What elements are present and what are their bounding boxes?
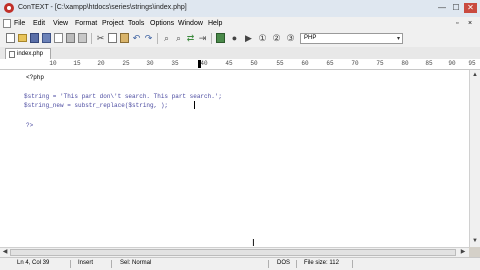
ruler-column-marker: [198, 60, 201, 68]
code-line: <?php: [26, 74, 45, 81]
document-menu-icon[interactable]: [3, 19, 11, 28]
ruler-tick-label: 10: [49, 60, 57, 67]
mdi-close-button[interactable]: ×: [468, 20, 472, 27]
replace-icon[interactable]: ⇄: [186, 33, 195, 43]
open-folder-icon[interactable]: [18, 34, 27, 42]
copy-icon[interactable]: [108, 33, 117, 43]
toolbar: ✂ ↶ ↷ ⌕ ⌕ ⇄ ⇥ ● ▶ ① ② ③: [0, 30, 480, 48]
new-file-icon[interactable]: [6, 33, 15, 43]
toolbar-separator: [91, 33, 92, 44]
menu-bar: File Edit View Format Project Tools Opti…: [0, 17, 480, 30]
ruler-tick-label: 75: [376, 60, 384, 67]
syntax-highlighter-value: PHP: [304, 35, 317, 41]
status-separator: [296, 260, 297, 268]
status-separator: [111, 260, 112, 268]
file-tab-strip: index.php: [0, 47, 480, 59]
status-bar: Ln 4, Col 39 Insert Sel: Normal DOS File…: [0, 257, 480, 270]
redo-icon[interactable]: ↷: [144, 33, 153, 43]
status-format: DOS: [277, 260, 291, 266]
code-line: ?>: [26, 122, 34, 129]
ruler-tick-label: 25: [122, 60, 130, 67]
ruler-tick-label: 55: [276, 60, 284, 67]
title-bar: ConTEXT - [C:\xampp\htdocs\series\string…: [0, 0, 480, 17]
code-line: $string_new = substr_replace($string, );: [24, 102, 169, 109]
status-separator: [70, 260, 71, 268]
print-preview-icon[interactable]: [78, 33, 87, 43]
menu-file[interactable]: File: [14, 20, 25, 27]
user-command-3-icon[interactable]: ③: [286, 33, 295, 43]
ruler-tick-label: 90: [448, 60, 456, 67]
app-logo-icon: [4, 3, 14, 13]
ruler-tick-label: 20: [97, 60, 105, 67]
maximize-button[interactable]: ☐: [450, 3, 462, 13]
ruler-tick-label: 65: [326, 60, 334, 67]
close-file-icon[interactable]: [54, 33, 63, 43]
goto-line-icon[interactable]: ⇥: [198, 33, 207, 43]
menu-help[interactable]: Help: [208, 20, 222, 27]
status-mode: Insert: [78, 260, 94, 266]
print-icon[interactable]: [66, 33, 75, 43]
ruler-tick-label: 15: [73, 60, 81, 67]
horizontal-scroll-thumb[interactable]: [10, 249, 456, 256]
window-title: ConTEXT - [C:\xampp\htdocs\series\string…: [18, 4, 187, 11]
menu-view[interactable]: View: [53, 20, 68, 27]
undo-icon[interactable]: ↶: [132, 33, 141, 43]
save-icon[interactable]: [30, 33, 39, 43]
mdi-restore-button[interactable]: ▫: [456, 20, 458, 27]
save-all-icon[interactable]: [42, 33, 51, 43]
chevron-down-icon: ▾: [396, 36, 400, 42]
ruler-tick-label: 85: [425, 60, 433, 67]
macro-play-icon[interactable]: ▶: [244, 33, 253, 43]
status-separator: [352, 260, 353, 268]
menu-options[interactable]: Options: [150, 20, 174, 27]
toggle-bookmark-icon[interactable]: [216, 33, 225, 43]
cut-icon[interactable]: ✂: [96, 33, 105, 43]
find-icon[interactable]: ⌕: [162, 33, 171, 43]
status-selection: Sel: Normal: [120, 260, 152, 266]
vertical-scrollbar[interactable]: ▲ ▼: [469, 70, 480, 247]
toolbar-separator: [211, 33, 212, 44]
code-line: $string = 'This part don\'t search. This…: [24, 93, 223, 100]
paste-icon[interactable]: [120, 33, 129, 43]
ruler-tick-label: 95: [468, 60, 476, 67]
ibeam-cursor-icon: I: [252, 238, 255, 249]
ruler-tick-label: 30: [146, 60, 154, 67]
ruler-tick-label: 60: [301, 60, 309, 67]
macro-record-icon[interactable]: ●: [230, 33, 239, 43]
ruler-tick-label: 45: [225, 60, 233, 67]
file-icon: [9, 51, 15, 58]
scroll-up-icon[interactable]: ▲: [471, 71, 479, 79]
column-ruler: 10 15 20 25 30 35 40 45 50 55 60 65 70 7…: [0, 59, 480, 70]
code-editor[interactable]: <?php $string = 'This part don\'t search…: [0, 70, 469, 247]
menu-project[interactable]: Project: [102, 20, 124, 27]
status-separator: [268, 260, 269, 268]
user-command-2-icon[interactable]: ②: [272, 33, 281, 43]
menu-edit[interactable]: Edit: [33, 20, 45, 27]
minimize-button[interactable]: —: [436, 3, 448, 13]
user-command-1-icon[interactable]: ①: [258, 33, 267, 43]
ruler-tick-label: 35: [171, 60, 179, 67]
scroll-right-icon[interactable]: ▶: [459, 248, 467, 256]
find-next-icon[interactable]: ⌕: [174, 33, 183, 43]
tab-index-php[interactable]: index.php: [5, 48, 51, 59]
scroll-left-icon[interactable]: ◀: [1, 248, 9, 256]
menu-window[interactable]: Window: [178, 20, 203, 27]
tab-label: index.php: [17, 51, 44, 57]
ruler-tick-label: 70: [351, 60, 359, 67]
toolbar-separator: [157, 33, 158, 44]
ruler-tick-label: 80: [401, 60, 409, 67]
ruler-tick-label: 50: [250, 60, 258, 67]
close-button[interactable]: ✕: [464, 3, 477, 13]
menu-tools[interactable]: Tools: [128, 20, 144, 27]
scroll-down-icon[interactable]: ▼: [471, 237, 479, 245]
status-position: Ln 4, Col 39: [17, 260, 50, 266]
text-cursor: [194, 101, 195, 109]
horizontal-scrollbar[interactable]: ◀ ▶: [0, 247, 469, 257]
status-filesize: File size: 112: [304, 260, 339, 266]
menu-format[interactable]: Format: [75, 20, 97, 27]
syntax-highlighter-select[interactable]: PHP ▾: [300, 33, 403, 44]
